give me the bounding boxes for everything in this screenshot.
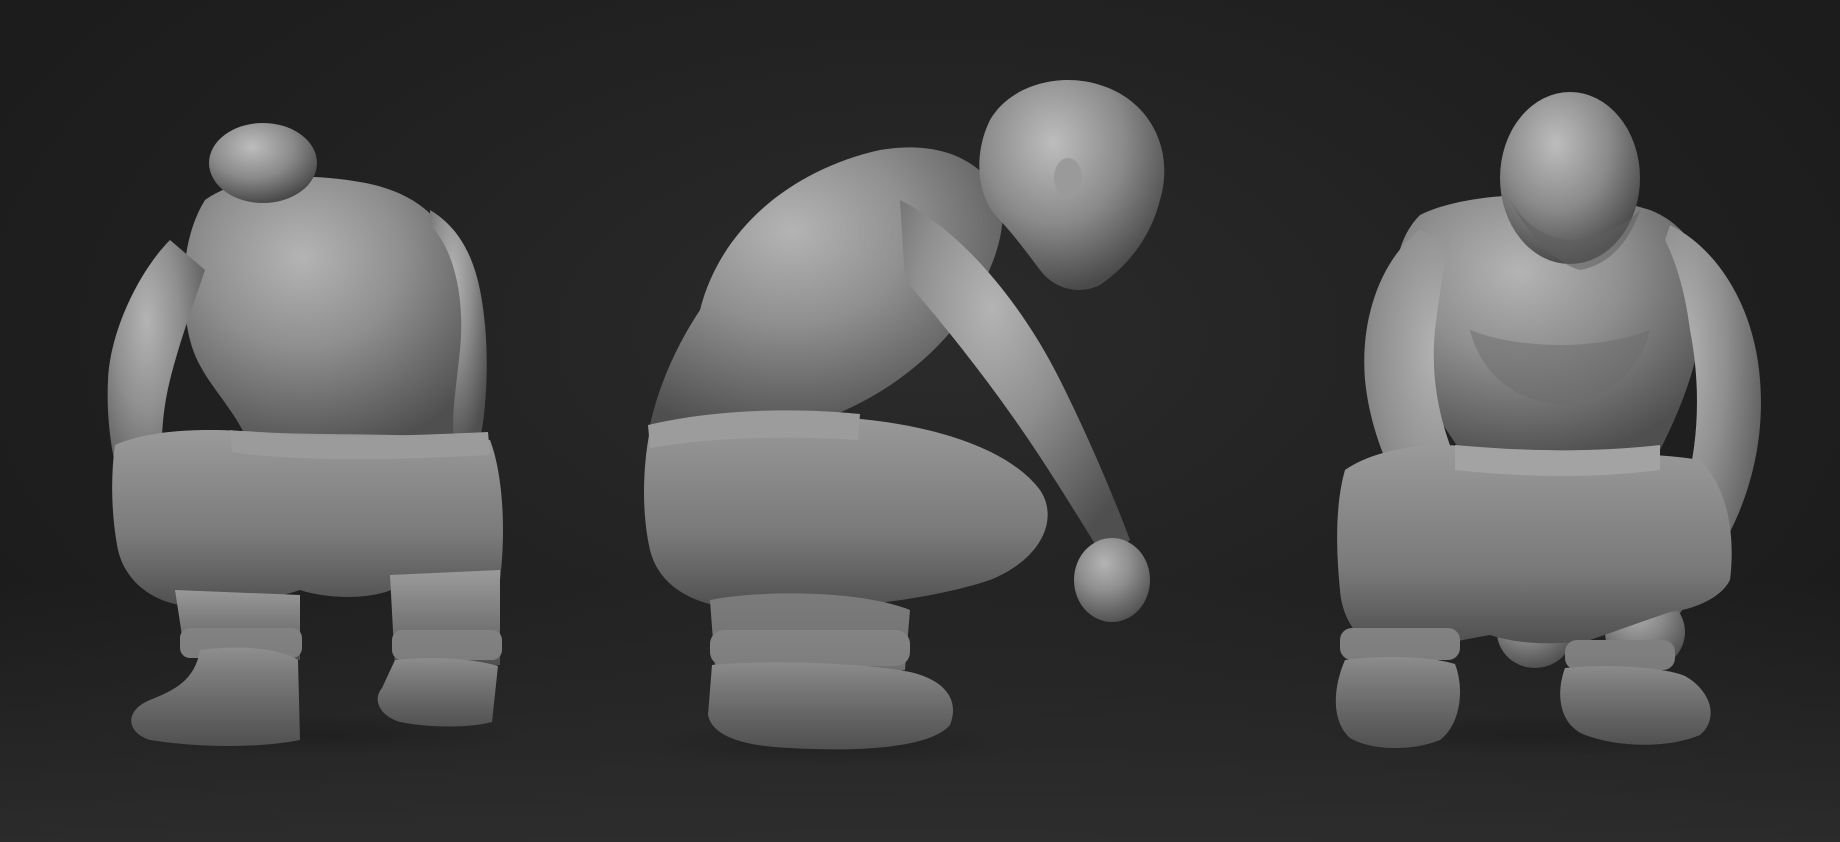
left-cuff xyxy=(1340,628,1460,660)
left-shoe xyxy=(1335,656,1460,749)
right-cuff xyxy=(1565,640,1675,670)
left-shoe xyxy=(131,647,300,746)
right-shoe xyxy=(377,658,498,727)
ear xyxy=(1054,158,1082,198)
shoe xyxy=(708,662,954,750)
sculpt-render-canvas xyxy=(105,80,1761,767)
figure-front-view xyxy=(1320,92,1761,757)
hand xyxy=(1074,538,1150,622)
render-viewport xyxy=(0,0,1840,842)
figure-side-view xyxy=(630,80,1165,767)
cuff xyxy=(710,630,910,666)
figure-back-view xyxy=(105,123,525,757)
right-shoe xyxy=(1560,666,1711,745)
head xyxy=(209,123,317,203)
pants xyxy=(644,413,1048,610)
right-cuff xyxy=(392,630,502,660)
